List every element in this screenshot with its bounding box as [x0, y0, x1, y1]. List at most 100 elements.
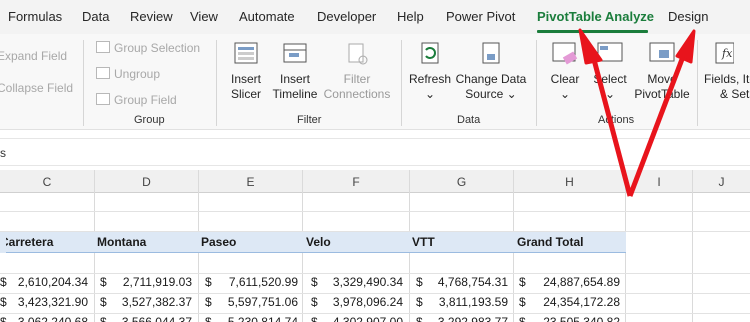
- select-label: Select: [593, 72, 627, 86]
- insert-timeline-button[interactable]: Insert Timeline: [270, 40, 320, 102]
- pivot-cell-value[interactable]: 24,354,172.28: [530, 295, 620, 309]
- change-data-source-label-2: Source ⌄: [465, 87, 517, 101]
- fields-items-sets-label-1: Fields, Items,: [704, 72, 750, 86]
- group-separator: [697, 40, 698, 126]
- pivot-header-vtt[interactable]: VTT: [412, 235, 435, 249]
- move-pivottable-icon: [649, 42, 675, 62]
- currency-symbol: $: [519, 315, 526, 322]
- group-separator: [536, 40, 537, 126]
- group-field-icon: [96, 93, 110, 105]
- column-header-h[interactable]: H: [514, 175, 625, 189]
- pivot-cell-value[interactable]: 3,811,193.59: [418, 295, 508, 309]
- pivot-header-montana[interactable]: Montana: [97, 235, 146, 249]
- move-pivottable-button[interactable]: Move PivotTable: [633, 40, 691, 102]
- grid-line: [0, 313, 750, 314]
- group-field-button[interactable]: Group Field: [96, 93, 177, 107]
- insert-slicer-button[interactable]: Insert Slicer: [223, 40, 269, 102]
- group-separator: [83, 40, 84, 126]
- move-pivottable-label-1: Move: [647, 72, 677, 86]
- select-dropdown[interactable]: ⌄: [605, 87, 615, 101]
- pivot-cell-value[interactable]: 3,329,490.34: [313, 275, 403, 289]
- refresh-dropdown[interactable]: ⌄: [425, 87, 435, 101]
- tab-power-pivot[interactable]: Power Pivot: [446, 9, 515, 24]
- pivot-cell-value[interactable]: 5,230,814.74: [208, 315, 298, 322]
- expand-field-button[interactable]: Expand Field: [0, 49, 67, 63]
- change-data-source-label-1: Change Data: [455, 72, 527, 86]
- group-label-group: Group: [134, 114, 165, 126]
- clear-label: Clear: [550, 72, 580, 86]
- insert-timeline-label-2: Timeline: [272, 87, 318, 101]
- tab-pivottable-analyze[interactable]: PivotTable Analyze: [537, 9, 654, 24]
- slicer-icon: [234, 42, 258, 64]
- ungroup-button[interactable]: Ungroup: [96, 67, 160, 81]
- pivot-cell-value[interactable]: 7,611,520.99: [208, 275, 298, 289]
- clear-button[interactable]: Clear ⌄: [545, 40, 585, 102]
- pivot-header-row: Carretera Montana Paseo Velo VTT Grand T…: [0, 232, 626, 253]
- pivot-cell-value[interactable]: 5,597,751.06: [208, 295, 298, 309]
- formula-bar-content: s: [0, 146, 6, 160]
- pivot-cell-value[interactable]: 3,566,044.37: [102, 315, 192, 322]
- column-header-i[interactable]: I: [626, 175, 692, 189]
- currency-symbol: $: [519, 295, 526, 309]
- fx-icon: fx: [715, 42, 735, 64]
- filter-connections-label-2: Connections: [323, 87, 391, 101]
- group-label-data: Data: [457, 114, 481, 126]
- pivot-cell-value[interactable]: 3,423,321.90: [0, 295, 88, 309]
- change-data-source-icon: [482, 42, 500, 64]
- tab-review[interactable]: Review: [130, 9, 173, 24]
- tab-help[interactable]: Help: [397, 9, 424, 24]
- filter-connections-button[interactable]: Filter Connections: [322, 40, 392, 102]
- pivot-header-grand-total[interactable]: Grand Total: [517, 235, 583, 249]
- fields-items-sets-button[interactable]: fx Fields, Items, & Sets: [704, 40, 750, 102]
- group-field-label: Group Field: [114, 93, 177, 107]
- pivot-header-velo[interactable]: Velo: [306, 235, 331, 249]
- clear-dropdown[interactable]: ⌄: [560, 87, 570, 101]
- group-separator: [401, 40, 402, 126]
- ribbon-tab-bar: Formulas Data Review View Automate Devel…: [0, 0, 750, 34]
- change-data-source-button[interactable]: Change Data Source ⌄: [455, 40, 527, 102]
- grid-line: [0, 211, 750, 212]
- pivot-cell-value[interactable]: 23,505,340.82: [530, 315, 620, 322]
- header-clip: [0, 232, 6, 253]
- pivot-cell-value[interactable]: 4,768,754.31: [418, 275, 508, 289]
- refresh-label: Refresh: [408, 72, 452, 86]
- column-header-g[interactable]: G: [410, 175, 513, 189]
- pivot-cell-value[interactable]: 3,292,983.77: [418, 315, 508, 322]
- tab-automate[interactable]: Automate: [239, 9, 295, 24]
- group-selection-label: Group Selection: [114, 41, 201, 55]
- grid-line: [692, 170, 693, 322]
- timeline-icon: [283, 43, 307, 63]
- clear-icon: [552, 42, 578, 65]
- pivot-cell-value[interactable]: 2,711,919.03: [102, 275, 192, 289]
- tab-formulas[interactable]: Formulas: [8, 9, 62, 24]
- pivot-cell-value[interactable]: 2,610,204.34: [0, 275, 88, 289]
- pivot-cell-value[interactable]: 3,527,382.37: [102, 295, 192, 309]
- pivot-cell-value[interactable]: 4,302,907.00: [313, 315, 403, 322]
- insert-timeline-label-1: Insert: [279, 72, 310, 86]
- ribbon: Expand Field Collapse Field Group Select…: [0, 34, 750, 130]
- pivot-cell-value[interactable]: 3,062,240.68: [0, 315, 88, 322]
- pivot-cell-value[interactable]: 24,887,654.89: [530, 275, 620, 289]
- refresh-button[interactable]: Refresh ⌄: [407, 40, 453, 102]
- group-selection-button[interactable]: Group Selection: [96, 41, 200, 55]
- collapse-field-button[interactable]: Collapse Field: [0, 81, 73, 95]
- tab-view[interactable]: View: [190, 9, 218, 24]
- tab-design[interactable]: Design: [668, 9, 708, 24]
- formula-bar[interactable]: s: [0, 138, 750, 166]
- insert-slicer-label-1: Insert: [230, 72, 261, 86]
- column-header-c[interactable]: C: [0, 175, 94, 189]
- column-header-j[interactable]: J: [693, 175, 750, 189]
- tab-data[interactable]: Data: [82, 9, 109, 24]
- grid-line: [0, 273, 750, 274]
- group-separator: [216, 40, 217, 126]
- group-label-filter: Filter: [297, 114, 322, 126]
- column-header-f[interactable]: F: [303, 175, 409, 189]
- pivot-header-carretera[interactable]: Carretera: [0, 235, 53, 249]
- pivot-header-paseo[interactable]: Paseo: [201, 235, 236, 249]
- insert-slicer-label-2: Slicer: [230, 87, 261, 101]
- column-header-d[interactable]: D: [95, 175, 198, 189]
- column-header-e[interactable]: E: [199, 175, 302, 189]
- select-button[interactable]: Select ⌄: [588, 40, 632, 102]
- pivot-cell-value[interactable]: 3,978,096.24: [313, 295, 403, 309]
- tab-developer[interactable]: Developer: [317, 9, 376, 24]
